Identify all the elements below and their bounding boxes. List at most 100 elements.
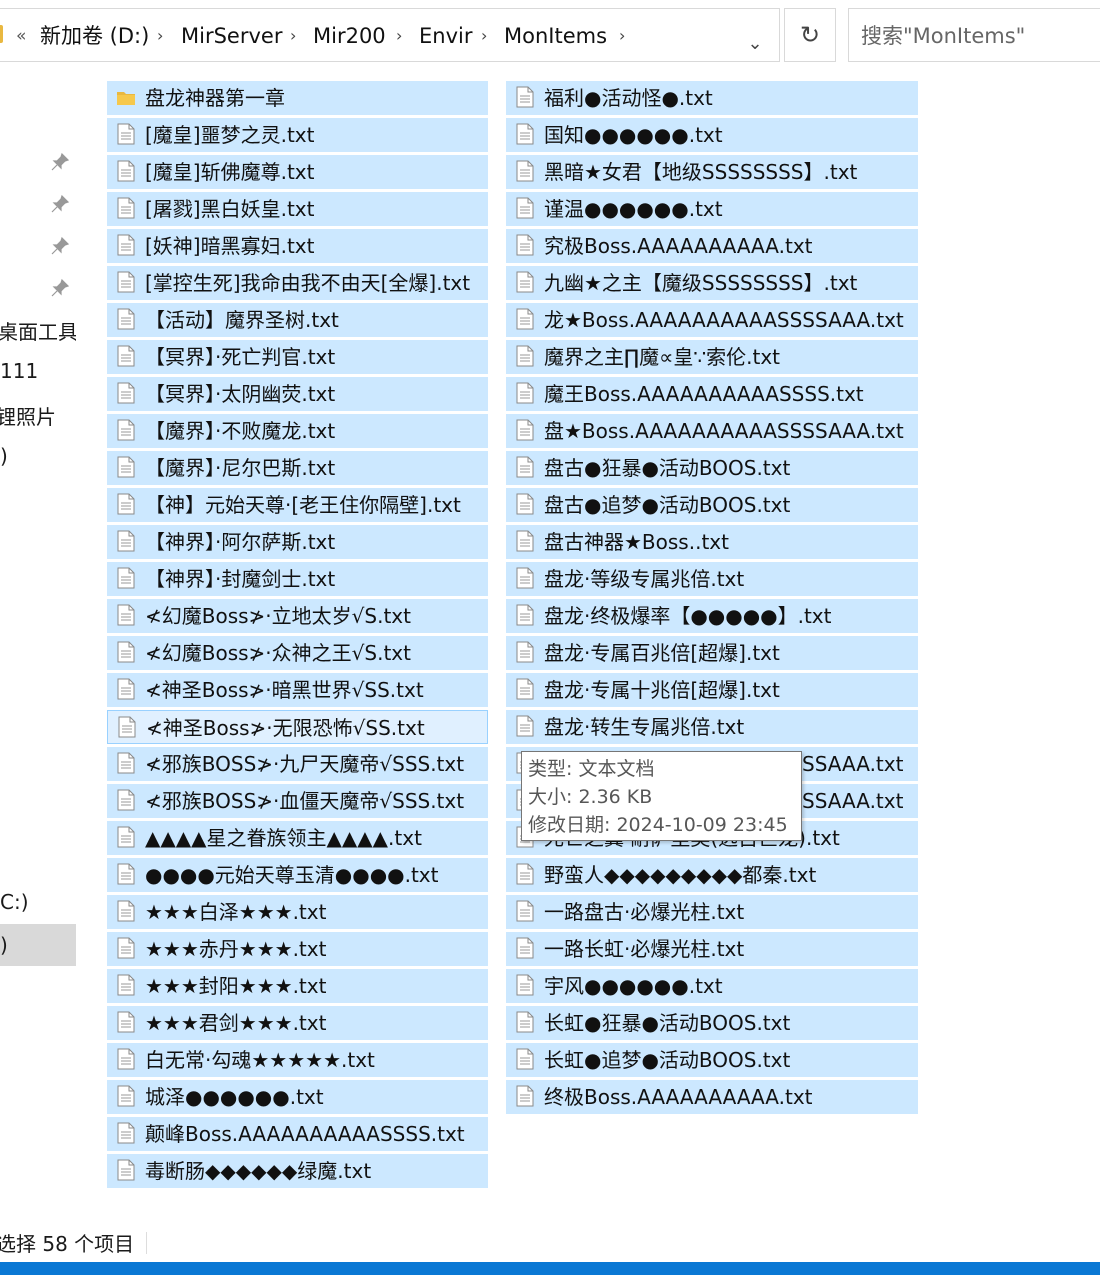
- file-item[interactable]: [掌控生死]我命由我不由天[全爆].txt: [107, 266, 488, 300]
- file-item[interactable]: ≮神圣Boss≯·暗黑世界√SS.txt: [107, 673, 488, 707]
- file-item[interactable]: 【冥界】·死亡判官.txt: [107, 340, 488, 374]
- text-file-icon: [516, 937, 534, 959]
- search-box[interactable]: [848, 8, 1100, 62]
- file-item[interactable]: 长虹●狂暴●活动BOOS.txt: [506, 1006, 918, 1040]
- chevron-right-icon[interactable]: ›: [481, 9, 487, 63]
- nav-item-desktop-tools[interactable]: 桌面工具: [0, 316, 76, 345]
- file-item[interactable]: ★★★封阳★★★.txt: [107, 969, 488, 1003]
- nav-item-drive-c[interactable]: C:): [0, 890, 29, 914]
- file-item[interactable]: 城泽●●●●●●.txt: [107, 1080, 488, 1114]
- file-item[interactable]: ●●●●元始天尊玉清●●●●.txt: [107, 858, 488, 892]
- file-name: 【冥界】·死亡判官.txt: [145, 345, 336, 369]
- text-file-icon: [117, 1011, 135, 1033]
- file-item[interactable]: 谨温●●●●●●.txt: [506, 192, 918, 226]
- file-item[interactable]: ★★★白泽★★★.txt: [107, 895, 488, 929]
- tooltip-type: 类型: 文本文档: [528, 758, 655, 780]
- taskbar-strip: [0, 1262, 1100, 1275]
- file-item[interactable]: 盘龙·专属百兆倍[超爆].txt: [506, 636, 918, 670]
- file-name: ≮神圣Boss≯·无限恐怖√SS.txt: [146, 716, 425, 740]
- file-item[interactable]: ★★★赤丹★★★.txt: [107, 932, 488, 966]
- file-item[interactable]: 终极Boss.AAAAAAAAAA.txt: [506, 1080, 918, 1114]
- file-name: 长虹●狂暴●活动BOOS.txt: [544, 1011, 791, 1035]
- file-item[interactable]: [魔皇]噩梦之灵.txt: [107, 118, 488, 152]
- folder-item[interactable]: 盘龙神器第一章: [107, 81, 488, 115]
- file-item[interactable]: 魔王Boss.AAAAAAAAAASSSS.txt: [506, 377, 918, 411]
- file-item[interactable]: ≮神圣Boss≯·无限恐怖√SS.txt: [107, 710, 488, 744]
- text-file-icon: [516, 382, 534, 404]
- file-item[interactable]: [屠戮]黑白妖皇.txt: [107, 192, 488, 226]
- file-item[interactable]: 【神】元始天尊·[老王住你隔壁].txt: [107, 488, 488, 522]
- text-file-icon: [117, 789, 135, 811]
- text-file-icon: [117, 1048, 135, 1070]
- nav-item-111[interactable]: 111: [0, 359, 38, 383]
- file-item[interactable]: ★★★君剑★★★.txt: [107, 1006, 488, 1040]
- file-item[interactable]: 【冥界】·太阴幽荧.txt: [107, 377, 488, 411]
- file-item[interactable]: 九幽★之主【魔级SSSSSSSS】.txt: [506, 266, 918, 300]
- breadcrumb-item[interactable]: 新加卷 (D:): [40, 9, 149, 63]
- file-item[interactable]: 野蛮人◆◆◆◆◆◆◆◆◆都秦.txt: [506, 858, 918, 892]
- file-item[interactable]: 颠峰Boss.AAAAAAAAAASSSS.txt: [107, 1117, 488, 1151]
- breadcrumb-item[interactable]: MonItems: [504, 9, 607, 63]
- file-name: ≮邪族BOSS≯·九尸天魔帝√SSS.txt: [145, 752, 465, 776]
- chevron-down-icon: ⌄: [747, 33, 763, 54]
- file-item[interactable]: 【神界】·封魔剑士.txt: [107, 562, 488, 596]
- file-name: 终极Boss.AAAAAAAAAA.txt: [544, 1085, 813, 1109]
- file-item[interactable]: [魔皇]斩佛魔尊.txt: [107, 155, 488, 189]
- file-item[interactable]: 盘龙·等级专属兆倍.txt: [506, 562, 918, 596]
- search-input[interactable]: [861, 21, 1100, 51]
- file-item[interactable]: 盘古神器★Boss..txt: [506, 525, 918, 559]
- refresh-button[interactable]: ↻: [784, 8, 836, 62]
- file-item[interactable]: 魔界之主∏魔∝皇∵索伦.txt: [506, 340, 918, 374]
- file-item[interactable]: 福利●活动怪●.txt: [506, 81, 918, 115]
- file-item[interactable]: 【活动】魔界圣树.txt: [107, 303, 488, 337]
- nav-item-drive-d[interactable]: ): [0, 933, 8, 957]
- file-item[interactable]: 宇风●●●●●●.txt: [506, 969, 918, 1003]
- file-item[interactable]: 盘古●追梦●活动BOOS.txt: [506, 488, 918, 522]
- file-item[interactable]: ≮幻魔Boss≯·立地太岁√S.txt: [107, 599, 488, 633]
- text-file-icon: [117, 197, 135, 219]
- file-item[interactable]: 【魔界】·尼尔巴斯.txt: [107, 451, 488, 485]
- nav-item-photos[interactable]: 锂照片: [0, 401, 56, 430]
- text-file-icon: [117, 419, 135, 441]
- file-item[interactable]: 究极Boss.AAAAAAAAAA.txt: [506, 229, 918, 263]
- breadcrumb-overflow[interactable]: «: [16, 9, 26, 63]
- file-item[interactable]: 国知●●●●●●.txt: [506, 118, 918, 152]
- file-item[interactable]: 白无常·勾魂★★★★★.txt: [107, 1043, 488, 1077]
- file-item[interactable]: 龙★Boss.AAAAAAAAAASSSSAAA.txt: [506, 303, 918, 337]
- breadcrumb-item[interactable]: Mir200: [313, 9, 386, 63]
- chevron-right-icon[interactable]: ›: [619, 9, 625, 63]
- file-item[interactable]: 盘龙·转生专属兆倍.txt: [506, 710, 918, 744]
- file-name: [掌控生死]我命由我不由天[全爆].txt: [145, 271, 471, 295]
- text-file-icon: [117, 271, 135, 293]
- breadcrumb-item[interactable]: Envir: [419, 9, 472, 63]
- text-file-icon: [516, 456, 534, 478]
- file-item[interactable]: 盘龙·终极爆率【●●●●●】.txt: [506, 599, 918, 633]
- file-item[interactable]: 一路长虹·必爆光柱.txt: [506, 932, 918, 966]
- file-item[interactable]: ▲▲▲▲星之眷族领主▲▲▲▲.txt: [107, 821, 488, 855]
- file-name: 白无常·勾魂★★★★★.txt: [145, 1048, 375, 1072]
- file-item[interactable]: 黑暗★女君【地级SSSSSSSS】.txt: [506, 155, 918, 189]
- nav-item-4[interactable]: ): [0, 444, 8, 468]
- chevron-right-icon[interactable]: ›: [396, 9, 402, 63]
- breadcrumb-item[interactable]: MirServer: [181, 9, 282, 63]
- file-item[interactable]: 【神界】·阿尔萨斯.txt: [107, 525, 488, 559]
- file-name: 【活动】魔界圣树.txt: [145, 308, 339, 332]
- text-file-icon: [516, 345, 534, 367]
- file-item[interactable]: 【魔界】·不败魔龙.txt: [107, 414, 488, 448]
- file-item[interactable]: ≮幻魔Boss≯·众神之王√S.txt: [107, 636, 488, 670]
- pin-icon: [51, 194, 70, 213]
- file-item[interactable]: ≮邪族BOSS≯·九尸天魔帝√SSS.txt: [107, 747, 488, 781]
- chevron-right-icon[interactable]: ›: [157, 9, 163, 63]
- chevron-right-icon[interactable]: ›: [290, 9, 296, 63]
- address-history-dropdown[interactable]: ⌄: [735, 17, 775, 71]
- file-item[interactable]: 毒断肠◆◆◆◆◆◆绿魔.txt: [107, 1154, 488, 1188]
- file-item[interactable]: ≮邪族BOSS≯·血僵天魔帝√SSS.txt: [107, 784, 488, 818]
- file-item[interactable]: 盘★Boss.AAAAAAAAAASSSSAAA.txt: [506, 414, 918, 448]
- file-item[interactable]: 盘古●狂暴●活动BOOS.txt: [506, 451, 918, 485]
- file-item[interactable]: 长虹●追梦●活动BOOS.txt: [506, 1043, 918, 1077]
- address-bar[interactable]: « 新加卷 (D:) › MirServer › Mir200 › Envir › MonIte…: [0, 8, 780, 62]
- file-item[interactable]: 盘龙·专属十兆倍[超爆].txt: [506, 673, 918, 707]
- file-item[interactable]: [妖神]暗黑寡妇.txt: [107, 229, 488, 263]
- text-file-icon: [516, 1011, 534, 1033]
- file-item[interactable]: 一路盘古·必爆光柱.txt: [506, 895, 918, 929]
